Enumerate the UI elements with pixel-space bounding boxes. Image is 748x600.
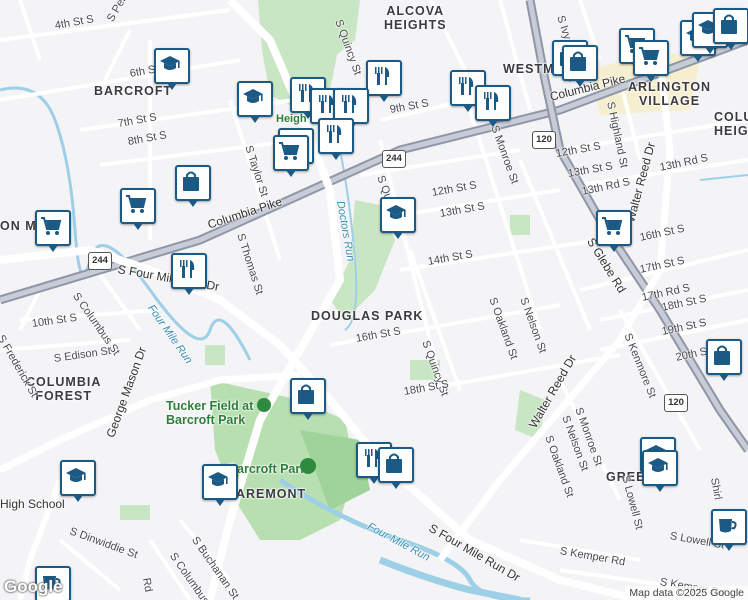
poi-pin-school-20[interactable] — [202, 464, 238, 506]
poi-pin-cart-21[interactable] — [596, 210, 632, 252]
poi-pin-bag-33[interactable] — [562, 45, 598, 87]
poi-pin-food-14[interactable] — [171, 253, 207, 295]
poi-pin-coffee-25[interactable] — [711, 509, 747, 551]
poi-pin-cart-10[interactable] — [273, 135, 309, 177]
route-120-shield-south: 120 — [664, 394, 688, 412]
poi-pin-school-1[interactable] — [237, 81, 273, 123]
street-rd-partial: Rd — [140, 576, 155, 593]
route-120-shield-north: 120 — [532, 131, 556, 149]
poi-pin-bag-32[interactable] — [713, 8, 748, 50]
park-tree-icon — [300, 458, 316, 474]
label-columbia-heights-partial: COLUHEIG — [714, 110, 748, 138]
poi-pin-school-19[interactable] — [60, 460, 96, 502]
poi-pin-bag-22[interactable] — [706, 339, 742, 381]
poi-pin-food-3[interactable] — [366, 60, 402, 102]
map-attribution: Map data ©2025 Google — [625, 586, 748, 600]
label-alcova-heights: ALCOVA HEIGHTS — [384, 4, 447, 32]
poi-pin-school-0[interactable] — [154, 48, 190, 90]
label-arlington-village: ARLINGTON VILLAGE — [628, 80, 712, 108]
label-claremont-partial: AREMONT — [236, 487, 307, 501]
route-244-shield-east: 244 — [382, 150, 406, 168]
poi-pin-food-7[interactable] — [475, 85, 511, 127]
poi-pin-bag-16[interactable] — [290, 378, 326, 420]
poi-pin-school-15[interactable] — [380, 197, 416, 239]
poi-pin-bag-11[interactable] — [175, 165, 211, 207]
label-tucker-field: Tucker Field at Barcroft Park — [166, 398, 271, 427]
poi-pin-cart-29[interactable] — [633, 40, 669, 82]
map-canvas[interactable]: ALCOVA HEIGHTS WESTM BARCROFT DOUGLAS PAR… — [0, 0, 748, 600]
poi-pin-cart-12[interactable] — [120, 188, 156, 230]
route-244-shield-west: 244 — [88, 252, 112, 270]
label-barcroft-park: Barcroft Park — [228, 462, 308, 476]
label-columbia-mills-partial: ON M — [0, 219, 37, 233]
label-barcroft: BARCROFT — [94, 84, 173, 98]
poi-pin-school-24[interactable] — [642, 450, 678, 492]
label-westmont: WESTM — [503, 62, 555, 76]
label-high-school: High School — [0, 497, 65, 511]
poi-pin-cart-13[interactable] — [35, 210, 71, 252]
poi-pin-food-8[interactable] — [318, 118, 354, 160]
label-heights-partial: Heigh — [276, 113, 307, 125]
google-logo: Google — [4, 577, 63, 596]
label-douglas-park: DOUGLAS PARK — [311, 309, 424, 323]
poi-pin-bag-18[interactable] — [378, 447, 414, 489]
